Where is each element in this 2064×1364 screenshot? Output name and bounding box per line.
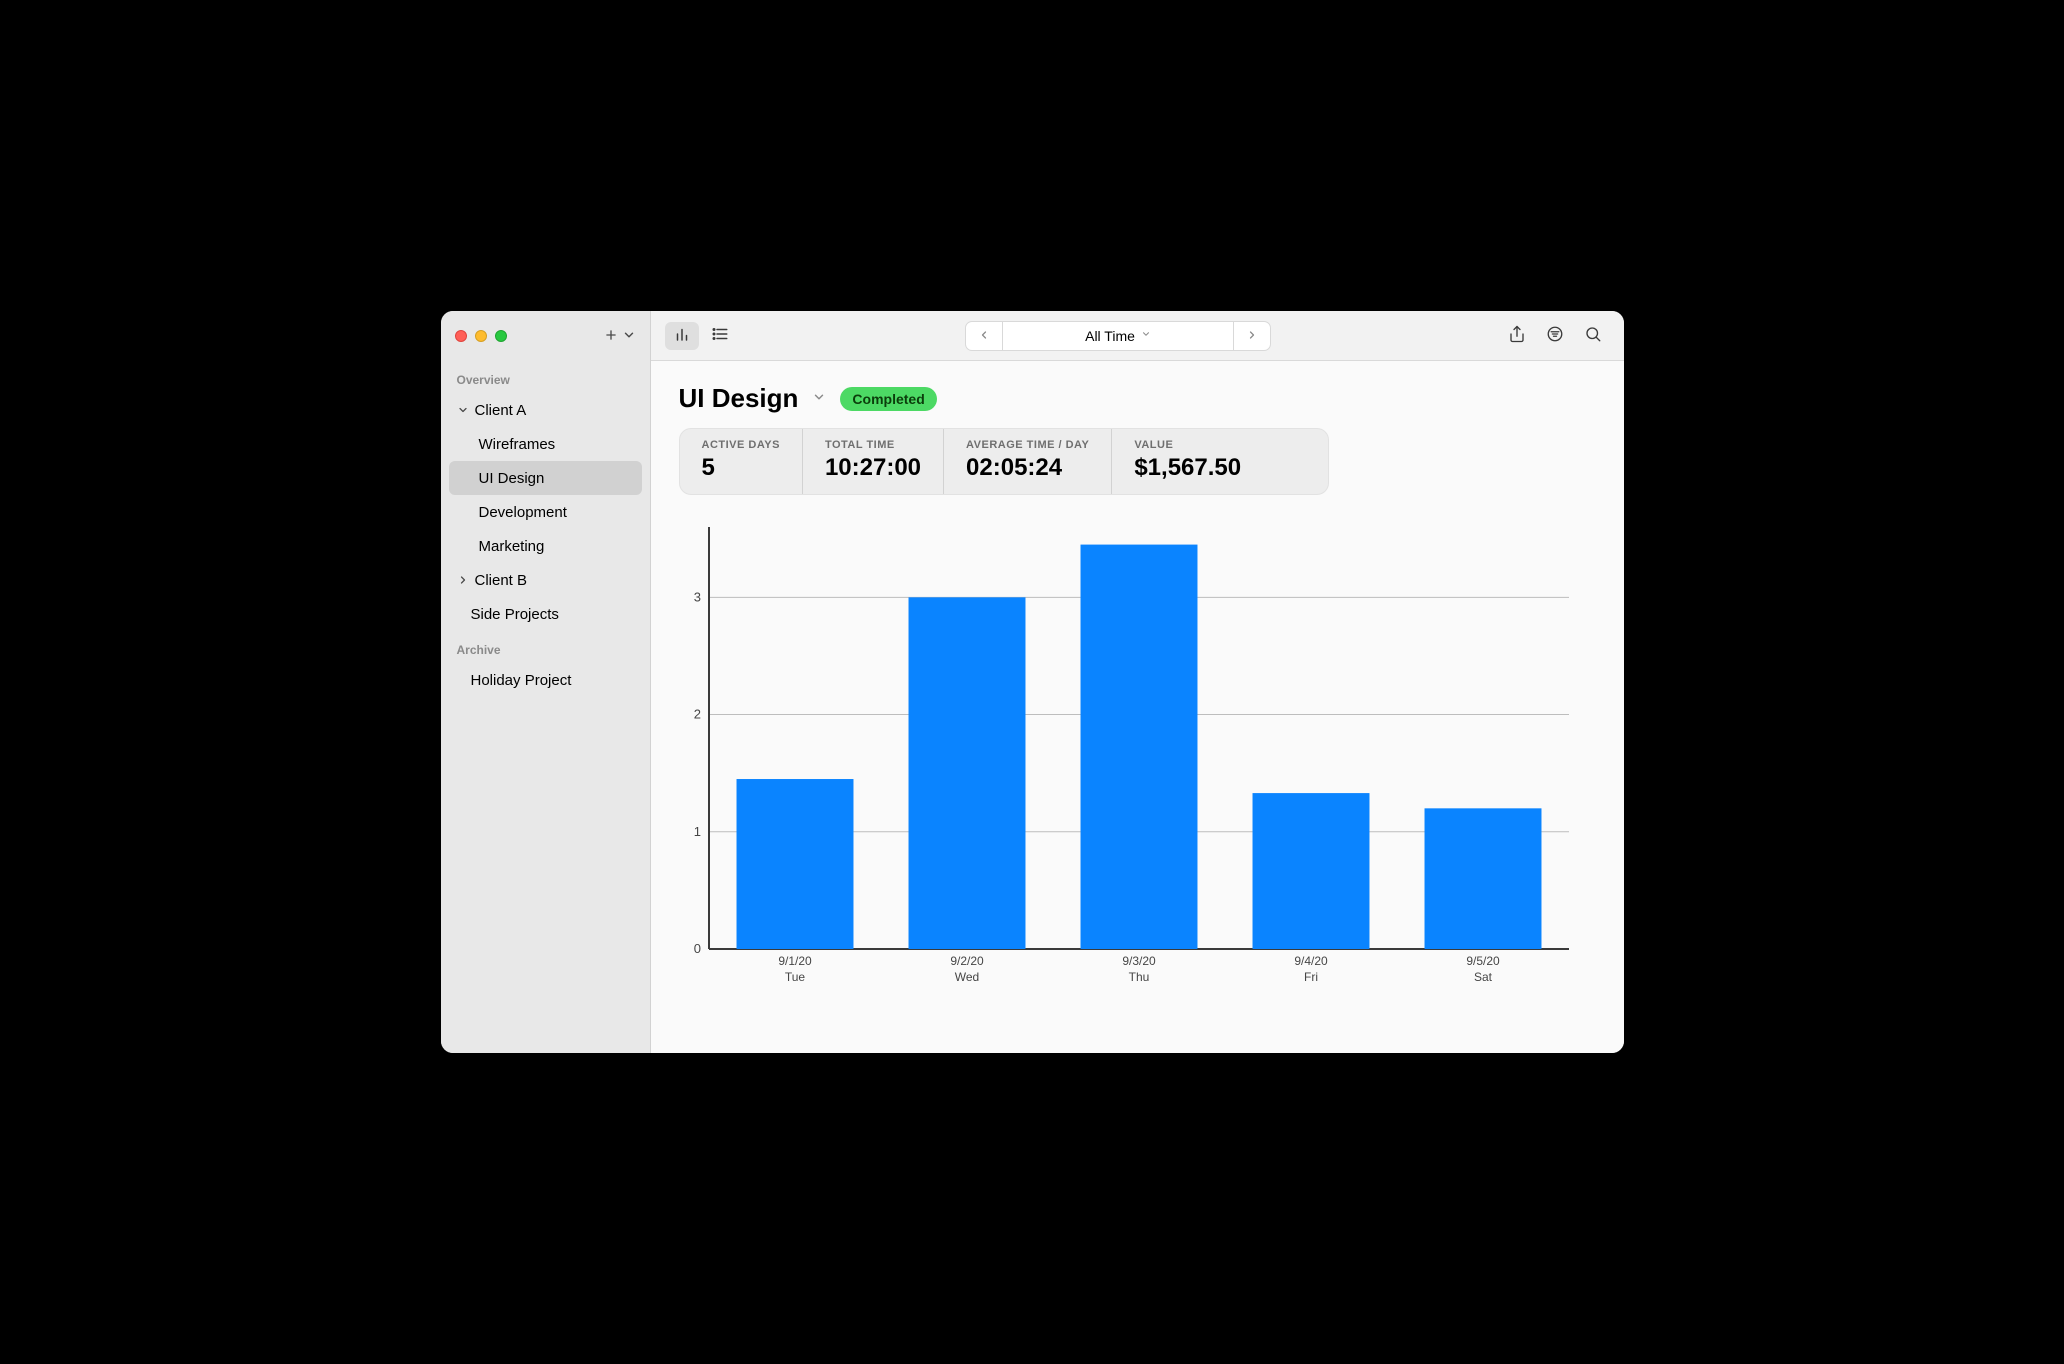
status-badge: Completed [840, 387, 936, 411]
list-icon [711, 325, 729, 346]
stat-cell: VALUE $1,567.50 [1111, 429, 1263, 494]
chart: 0 1 2 3 9/1/20 Tue 9/2/20 Wed 9/3/20 Thu 9/4/20 Fri… [679, 519, 1596, 989]
svg-text:3: 3 [693, 589, 700, 604]
sidebar-item-holiday-project[interactable]: Holiday Project [449, 663, 642, 697]
sidebar: Overview Client A Wireframes UI Design Devel… [441, 311, 651, 1053]
chevron-down-icon [457, 404, 469, 416]
sidebar-item-label: Marketing [479, 538, 545, 555]
minimize-window-button[interactable] [475, 330, 487, 342]
svg-text:9/2/20: 9/2/20 [950, 954, 984, 968]
svg-text:9/5/20: 9/5/20 [1466, 954, 1500, 968]
chevron-right-icon [457, 574, 469, 586]
stat-value: 02:05:24 [966, 454, 1089, 482]
chevron-right-icon [1246, 328, 1258, 344]
stat-label: ACTIVE DAYS [702, 439, 780, 451]
toolbar-actions [1500, 322, 1610, 350]
share-icon [1508, 325, 1526, 346]
window-controls [455, 330, 507, 342]
sidebar-item-ui-design[interactable]: UI Design [449, 461, 642, 495]
sidebar-item-wireframes[interactable]: Wireframes [449, 427, 642, 461]
stat-cell: TOTAL TIME 10:27:00 [802, 429, 943, 494]
svg-text:Thu: Thu [1128, 970, 1149, 984]
stat-label: VALUE [1134, 439, 1241, 451]
range-prev-button[interactable] [966, 322, 1002, 350]
close-window-button[interactable] [455, 330, 467, 342]
main: All Time [651, 311, 1624, 1053]
chart-bar [908, 597, 1025, 949]
view-toggle [665, 322, 737, 350]
sidebar-item-label: Wireframes [479, 436, 556, 453]
svg-text:0: 0 [693, 941, 700, 956]
bar-chart-icon [673, 325, 691, 346]
filter-button[interactable] [1538, 322, 1572, 350]
plus-icon [604, 328, 618, 345]
chart-bar [1252, 793, 1369, 949]
svg-text:Sat: Sat [1473, 970, 1492, 984]
sidebar-item-client-a[interactable]: Client A [449, 393, 642, 427]
stat-value: 10:27:00 [825, 454, 921, 482]
svg-text:Tue: Tue [784, 970, 805, 984]
search-icon [1584, 325, 1602, 346]
sidebar-item-label: Development [479, 504, 567, 521]
svg-text:Wed: Wed [954, 970, 978, 984]
stat-value: 5 [702, 454, 780, 482]
range-label-button[interactable]: All Time [1002, 322, 1234, 350]
toolbar: All Time [651, 311, 1624, 361]
sidebar-section-label: Archive [441, 631, 650, 663]
chart-view-button[interactable] [665, 322, 699, 350]
chevron-left-icon [978, 328, 990, 344]
svg-text:1: 1 [693, 824, 700, 839]
sidebar-item-label: UI Design [479, 470, 545, 487]
chart-bar [1080, 545, 1197, 949]
sidebar-item-label: Holiday Project [471, 672, 572, 689]
svg-text:9/3/20: 9/3/20 [1122, 954, 1156, 968]
stat-cell: ACTIVE DAYS 5 [680, 429, 802, 494]
title-dropdown-button[interactable] [812, 390, 826, 407]
sidebar-item-client-b[interactable]: Client B [449, 563, 642, 597]
stat-label: AVERAGE TIME / DAY [966, 439, 1089, 451]
stats-card: ACTIVE DAYS 5 TOTAL TIME 10:27:00 AVERAGE TI… [679, 428, 1329, 495]
stat-cell: AVERAGE TIME / DAY 02:05:24 [943, 429, 1111, 494]
app-window: Overview Client A Wireframes UI Design Devel… [441, 311, 1624, 1053]
share-button[interactable] [1500, 322, 1534, 350]
sidebar-item-label: Client B [475, 572, 528, 589]
sidebar-item-label: Side Projects [471, 606, 559, 623]
range-next-button[interactable] [1234, 322, 1270, 350]
page-header: UI Design Completed [679, 383, 1596, 414]
chevron-down-icon [622, 328, 636, 345]
chart-bar [1424, 808, 1541, 949]
zoom-window-button[interactable] [495, 330, 507, 342]
chart-bar [736, 779, 853, 949]
add-button[interactable] [604, 328, 636, 345]
stat-label: TOTAL TIME [825, 439, 921, 451]
sidebar-section-label: Overview [441, 361, 650, 393]
stat-value: $1,567.50 [1134, 454, 1241, 482]
svg-text:Fri: Fri [1304, 970, 1318, 984]
sidebar-item-side-projects[interactable]: Side Projects [449, 597, 642, 631]
sidebar-item-marketing[interactable]: Marketing [449, 529, 642, 563]
sidebar-item-label: Client A [475, 402, 527, 419]
titlebar [441, 311, 650, 361]
search-button[interactable] [1576, 322, 1610, 350]
filter-icon [1546, 325, 1564, 346]
svg-text:2: 2 [693, 707, 700, 722]
list-view-button[interactable] [703, 322, 737, 350]
page-title: UI Design [679, 383, 799, 414]
svg-text:9/4/20: 9/4/20 [1294, 954, 1328, 968]
svg-text:9/1/20: 9/1/20 [778, 954, 812, 968]
date-range-picker: All Time [965, 321, 1271, 351]
range-label: All Time [1085, 328, 1135, 344]
content: UI Design Completed ACTIVE DAYS 5 TOTAL TI… [651, 361, 1624, 1053]
sidebar-item-development[interactable]: Development [449, 495, 642, 529]
chevron-down-icon [1141, 329, 1151, 342]
